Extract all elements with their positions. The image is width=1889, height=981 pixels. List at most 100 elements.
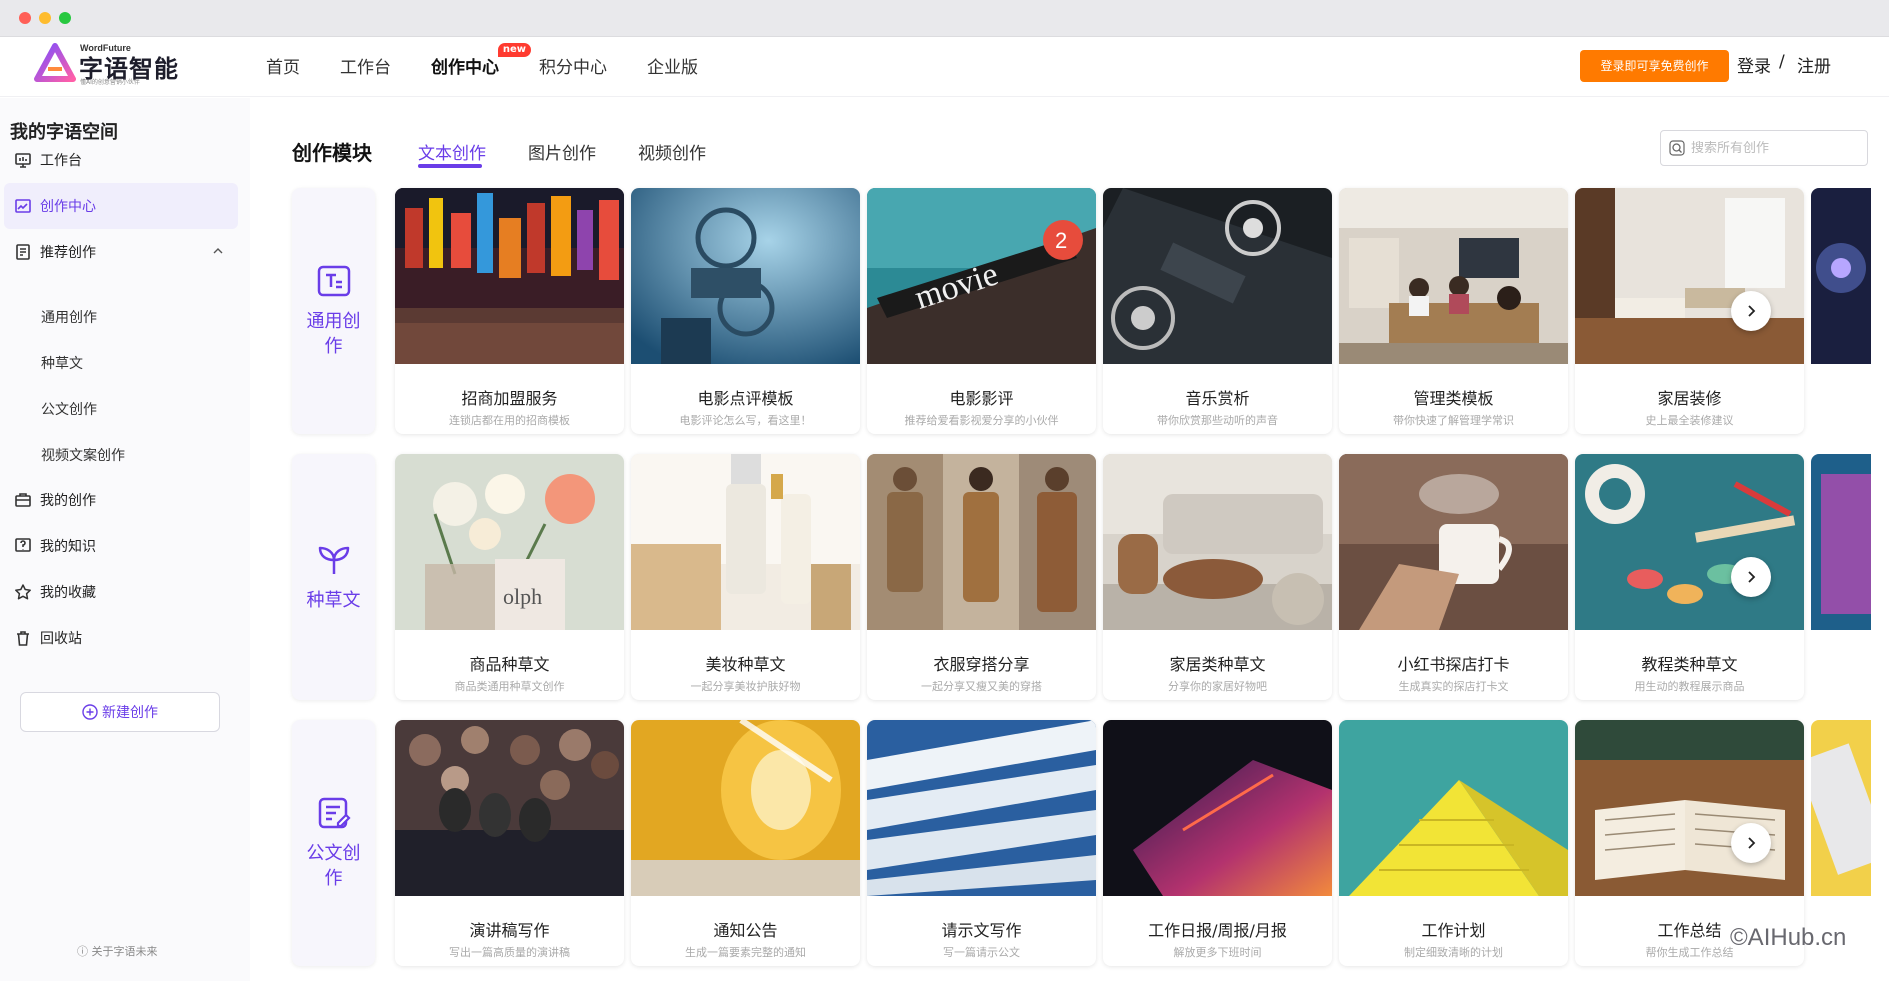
nav-home[interactable]: 首页 bbox=[266, 53, 300, 78]
tab-image-creation[interactable]: 图片创作 bbox=[528, 139, 596, 164]
minimize-window-button[interactable] bbox=[39, 12, 51, 24]
category-seeding[interactable]: 种草文 bbox=[292, 454, 375, 700]
card-description: 史上最全装修建议 bbox=[1645, 414, 1734, 427]
card-description: 写出一篇高质量的演讲稿 bbox=[449, 946, 570, 959]
card-movie-critique[interactable]: movie 2 电影影评 推荐给爱看影视爱分享的小伙伴 bbox=[867, 188, 1096, 434]
chevron-right-icon[interactable] bbox=[1731, 291, 1771, 331]
search-box[interactable] bbox=[1660, 130, 1868, 166]
text-box-icon bbox=[317, 265, 350, 297]
sidebar: 我的字语空间 工作台 创作中心 推荐创作 通用创作 种草文 公文创作 视频文案创… bbox=[0, 98, 250, 981]
card-work-plan[interactable]: 工作计划 制定细致清晰的计划 bbox=[1339, 720, 1568, 966]
card-partial-next[interactable] bbox=[1811, 454, 1871, 700]
sidebar-item-workbench[interactable]: 工作台 bbox=[4, 137, 238, 183]
card-image bbox=[1339, 454, 1568, 630]
close-window-button[interactable] bbox=[19, 12, 31, 24]
card-speech-writing[interactable]: 演讲稿写作 写出一篇高质量的演讲稿 bbox=[395, 720, 624, 966]
maximize-window-button[interactable] bbox=[59, 12, 71, 24]
logo-tagline: 懂AI的创意营销小伙伴 bbox=[80, 79, 140, 86]
chevron-right-icon[interactable] bbox=[1731, 557, 1771, 597]
card-image bbox=[395, 720, 624, 896]
sidebar-subitem-general[interactable]: 通用创作 bbox=[41, 307, 97, 327]
card-title: 招商加盟服务 bbox=[461, 389, 558, 408]
card-title: 电影影评 bbox=[949, 389, 1014, 408]
card-notice[interactable]: 通知公告 生成一篇要素完整的通知 bbox=[631, 720, 860, 966]
sidebar-item-label: 我的收藏 bbox=[40, 585, 96, 601]
card-image bbox=[1103, 720, 1332, 896]
card-image bbox=[1103, 454, 1332, 630]
sidebar-item-label: 回收站 bbox=[40, 631, 82, 647]
nav-creation-center-label: 创作中心 bbox=[431, 58, 499, 78]
card-description: 一起分享美妆护肤好物 bbox=[690, 680, 801, 693]
page-title: 创作模块 bbox=[292, 141, 372, 165]
card-franchise[interactable]: 招商加盟服务 连锁店都在用的招商模板 bbox=[395, 188, 624, 434]
sidebar-subitem-official-docs[interactable]: 公文创作 bbox=[41, 399, 97, 419]
card-image bbox=[395, 188, 624, 364]
briefcase-icon bbox=[14, 491, 32, 509]
login-separator: / bbox=[1779, 52, 1785, 72]
question-icon bbox=[14, 537, 32, 555]
chevron-up-icon[interactable] bbox=[212, 245, 224, 257]
nav-enterprise[interactable]: 企业版 bbox=[647, 53, 698, 78]
logo-icon[interactable] bbox=[34, 43, 76, 83]
chart-icon bbox=[14, 197, 32, 215]
sprout-icon bbox=[318, 546, 349, 574]
card-movie-review-template[interactable]: 电影点评模板 电影评论怎么写，看这里！ bbox=[631, 188, 860, 434]
nav-creation-center[interactable]: 创作中心 new bbox=[431, 43, 531, 78]
category-general[interactable]: 通用创作 bbox=[292, 188, 375, 434]
category-official-docs[interactable]: 公文创作 bbox=[292, 720, 375, 966]
card-xiaohongshu-checkin[interactable]: 小红书探店打卡 生成真实的探店打卡文 bbox=[1339, 454, 1568, 700]
sidebar-item-trash[interactable]: 回收站 bbox=[4, 615, 238, 661]
card-image bbox=[1811, 720, 1871, 896]
card-image: olph bbox=[395, 454, 624, 630]
tab-text-creation[interactable]: 文本创作 bbox=[418, 139, 486, 164]
card-image bbox=[1339, 720, 1568, 896]
sidebar-item-my-knowledge[interactable]: 我的知识 bbox=[4, 523, 238, 569]
chevron-right-icon[interactable] bbox=[1731, 823, 1771, 863]
star-icon bbox=[14, 583, 32, 601]
card-description: 推荐给爱看影视爱分享的小伙伴 bbox=[904, 414, 1059, 427]
sidebar-item-my-favorites[interactable]: 我的收藏 bbox=[4, 569, 238, 615]
nav-points-center[interactable]: 积分中心 bbox=[539, 53, 607, 78]
monitor-icon bbox=[14, 151, 32, 169]
card-music-appreciation[interactable]: 音乐赏析 带你欣赏那些动听的声音 bbox=[1103, 188, 1332, 434]
card-title: 小红书探店打卡 bbox=[1397, 655, 1510, 674]
sidebar-item-creation-center[interactable]: 创作中心 bbox=[4, 183, 238, 229]
nav-workbench[interactable]: 工作台 bbox=[340, 53, 391, 78]
card-home-seeding[interactable]: 家居类种草文 分享你的家居好物吧 bbox=[1103, 454, 1332, 700]
plus-circle-icon bbox=[82, 704, 98, 720]
sidebar-item-label: 推荐创作 bbox=[40, 245, 96, 261]
info-icon: ⓘ bbox=[77, 945, 88, 958]
sidebar-item-my-creations[interactable]: 我的创作 bbox=[4, 477, 238, 523]
card-image bbox=[631, 188, 860, 364]
card-title: 家居类种草文 bbox=[1169, 655, 1266, 674]
new-badge: new bbox=[497, 43, 531, 57]
about-link[interactable]: ⓘ 关于字语未来 bbox=[77, 943, 158, 959]
card-partial-next[interactable] bbox=[1811, 188, 1871, 434]
card-title: 商品种草文 bbox=[469, 655, 550, 674]
sidebar-item-label: 我的知识 bbox=[40, 539, 96, 555]
login-link[interactable]: 登录 bbox=[1737, 52, 1771, 77]
sidebar-item-recommended[interactable]: 推荐创作 bbox=[4, 229, 238, 275]
card-description: 电影评论怎么写，看这里！ bbox=[679, 414, 812, 427]
document-icon bbox=[14, 243, 32, 261]
sidebar-subitem-video-copy[interactable]: 视频文案创作 bbox=[41, 445, 125, 465]
svg-text:olph: olph bbox=[503, 584, 542, 609]
new-creation-button[interactable]: 新建创作 bbox=[20, 692, 220, 732]
card-description: 商品类通用种草文创作 bbox=[454, 680, 565, 693]
card-product-seeding[interactable]: olph 商品种草文 商品类通用种草文创作 bbox=[395, 454, 624, 700]
free-creation-promo-button[interactable]: 登录即可享免费创作 bbox=[1580, 50, 1729, 82]
card-title: 教程类种草文 bbox=[1641, 655, 1738, 674]
card-beauty-seeding[interactable]: 美妆种草文 一起分享美妆护肤好物 bbox=[631, 454, 860, 700]
tab-video-creation[interactable]: 视频创作 bbox=[638, 139, 706, 164]
card-request-writing[interactable]: 请示文写作 写一篇请示公文 bbox=[867, 720, 1096, 966]
card-image bbox=[631, 454, 860, 630]
card-work-reports[interactable]: 工作日报/周报/月报 解放更多下班时间 bbox=[1103, 720, 1332, 966]
card-title: 音乐赏析 bbox=[1185, 389, 1250, 408]
card-management-template[interactable]: 管理类模板 带你快速了解管理学常识 bbox=[1339, 188, 1568, 434]
card-outfit-sharing[interactable]: 衣服穿搭分享 一起分享又瘦又美的穿搭 bbox=[867, 454, 1096, 700]
search-input[interactable] bbox=[1691, 140, 1851, 156]
register-link[interactable]: 注册 bbox=[1797, 52, 1831, 77]
card-description: 生成真实的探店打卡文 bbox=[1398, 680, 1509, 693]
sidebar-subitem-seeding[interactable]: 种草文 bbox=[41, 353, 83, 373]
card-image: movie 2 bbox=[867, 188, 1096, 364]
